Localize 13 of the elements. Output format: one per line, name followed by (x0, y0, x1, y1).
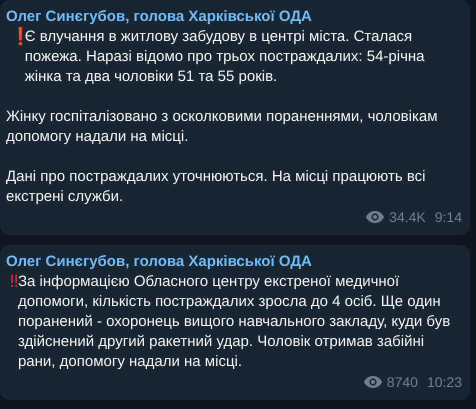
view-count: 34.4K (389, 208, 426, 227)
view-count: 8740 (386, 373, 418, 392)
message-text: Жінку госпіталізовано з осколковими пораненнями, чоловікам допомогу надали на місці. (6, 107, 439, 147)
message-time: 10:23 (426, 373, 462, 392)
message-text: Є влучання в житлову забудову в центрі міста. Сталася пожежа. Наразі відомо про трьох постраждалих: 54-річна жінка та два чоловіки 51 та 55 років. (24, 27, 426, 87)
message-text: За інформацією Обласного центру екстреної медичної допомоги, кількість постраждалих зросла до 4 осіб. Ще один поранений - охоронець вищого навчального закладу, куди був здійснений другий ракетний удар. Чоловік отримав забійні рани, допомогу надали на місці. (18, 272, 452, 372)
exclamation-icon: ❗ (8, 27, 21, 47)
eye-icon (366, 211, 384, 223)
message-text: Дані про постраждалих уточнюються. На місці працюють всі екстрені служби. (6, 167, 426, 207)
eye-icon (364, 376, 382, 388)
author-name: Олег Синєгубов, голова Харківської ОДА (6, 252, 313, 272)
author-name: Олег Синєгубов, голова Харківської ОДА (6, 7, 313, 27)
message-time: 9:14 (434, 208, 462, 227)
